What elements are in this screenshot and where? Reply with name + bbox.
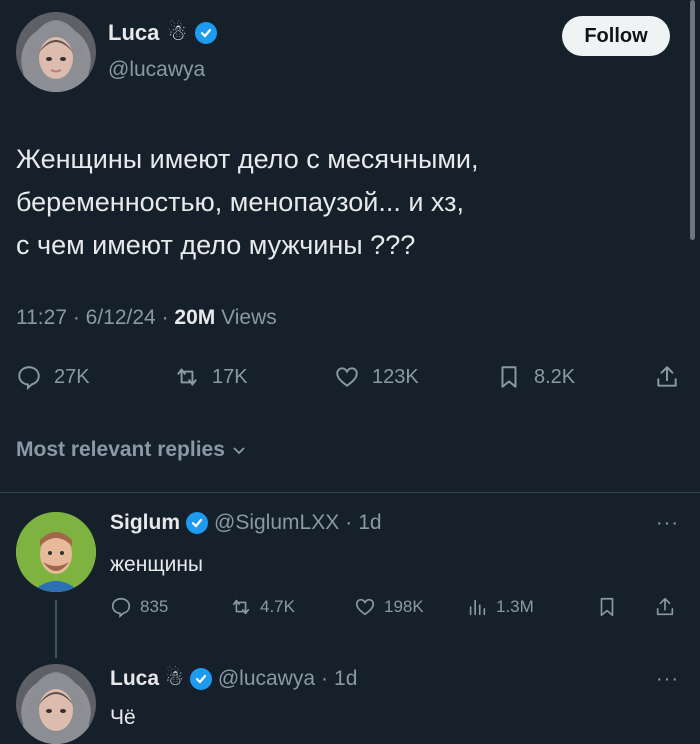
repost-count: 17K bbox=[212, 365, 248, 388]
reply-author-name[interactable]: Siglum bbox=[110, 511, 180, 535]
chevron-down-icon bbox=[233, 447, 245, 455]
tweet-date[interactable]: 6/12/24 bbox=[86, 306, 156, 329]
repost-action[interactable]: 17K bbox=[174, 364, 248, 390]
repost-icon bbox=[232, 599, 250, 615]
reply-action[interactable]: 27K bbox=[16, 364, 90, 390]
replies-sort-dropdown[interactable]: Most relevant replies bbox=[16, 438, 247, 462]
divider bbox=[0, 492, 700, 493]
reply-count: 27K bbox=[54, 365, 90, 388]
bookmark-icon bbox=[501, 366, 517, 388]
repost-count: 4.7K bbox=[260, 597, 295, 616]
replies-sort-label: Most relevant replies bbox=[16, 438, 225, 461]
heart-icon bbox=[336, 367, 358, 387]
reply-icon bbox=[18, 366, 40, 390]
tweet-time[interactable]: 11:27 bbox=[16, 306, 67, 329]
reply-count: 835 bbox=[140, 597, 169, 616]
like-action[interactable]: 123K bbox=[334, 364, 419, 390]
verified-badge-icon bbox=[186, 512, 209, 534]
reply-author-name[interactable]: Luca bbox=[110, 667, 159, 691]
reply-age[interactable]: 1d bbox=[334, 667, 357, 691]
tweet-text-line: Женщины имеют дело с месячными, bbox=[16, 144, 479, 174]
more-options-icon[interactable]: ··· bbox=[656, 668, 679, 691]
share-icon bbox=[656, 597, 674, 616]
verified-badge-icon bbox=[189, 667, 212, 690]
tweet-text: Женщины имеют дело с месячными, беременн… bbox=[16, 138, 656, 267]
views-count: 1.3M bbox=[496, 597, 534, 616]
snowman-emoji: ☃ bbox=[167, 20, 188, 45]
reply-text: Чё bbox=[110, 706, 136, 729]
views-label: Views bbox=[221, 306, 277, 329]
tweet-text-line: беременностью, менопаузой... и хз, bbox=[16, 187, 464, 217]
reply-handle[interactable]: @lucawya bbox=[218, 667, 315, 691]
analytics-icon bbox=[469, 599, 486, 616]
views-count: 20M bbox=[174, 306, 216, 329]
verified-badge-icon bbox=[195, 22, 218, 44]
reply-text: женщины bbox=[110, 553, 204, 576]
bookmark-action[interactable]: 8.2K bbox=[496, 364, 575, 390]
like-action[interactable]: 198K bbox=[354, 596, 424, 618]
like-count: 123K bbox=[372, 365, 419, 388]
share-action[interactable] bbox=[654, 596, 676, 618]
views-action[interactable]: 1.3M bbox=[466, 596, 534, 618]
bookmark-action[interactable] bbox=[596, 596, 618, 618]
share-icon bbox=[657, 366, 677, 387]
tweet-text-line: с чем имеют дело мужчины ??? bbox=[16, 230, 416, 260]
repost-icon bbox=[177, 368, 197, 386]
repost-action[interactable]: 4.7K bbox=[230, 596, 295, 618]
scrollbar[interactable] bbox=[690, 0, 695, 240]
reply-age[interactable]: 1d bbox=[358, 511, 381, 535]
like-count: 198K bbox=[384, 597, 424, 616]
reply-handle[interactable]: @SiglumLXX bbox=[214, 511, 339, 535]
thread-line bbox=[55, 600, 57, 658]
reply-avatar[interactable] bbox=[16, 664, 96, 744]
follow-button[interactable]: Follow bbox=[562, 16, 670, 56]
share-action[interactable] bbox=[654, 364, 680, 390]
author-name[interactable]: Luca bbox=[108, 20, 159, 46]
more-options-icon[interactable]: ··· bbox=[656, 512, 679, 535]
heart-icon bbox=[355, 598, 375, 616]
bookmark-icon bbox=[600, 597, 614, 617]
reply-icon bbox=[111, 597, 131, 618]
reply-avatar[interactable] bbox=[16, 512, 96, 592]
bookmark-count: 8.2K bbox=[534, 365, 576, 388]
reply-action[interactable]: 835 bbox=[110, 596, 168, 618]
tweet-meta: 11:27 · 6/12/24 · 20M Views bbox=[16, 306, 277, 329]
snowman-emoji: ☃ bbox=[165, 667, 184, 690]
author-handle[interactable]: @lucawya bbox=[108, 58, 205, 82]
author-avatar[interactable] bbox=[16, 12, 96, 92]
